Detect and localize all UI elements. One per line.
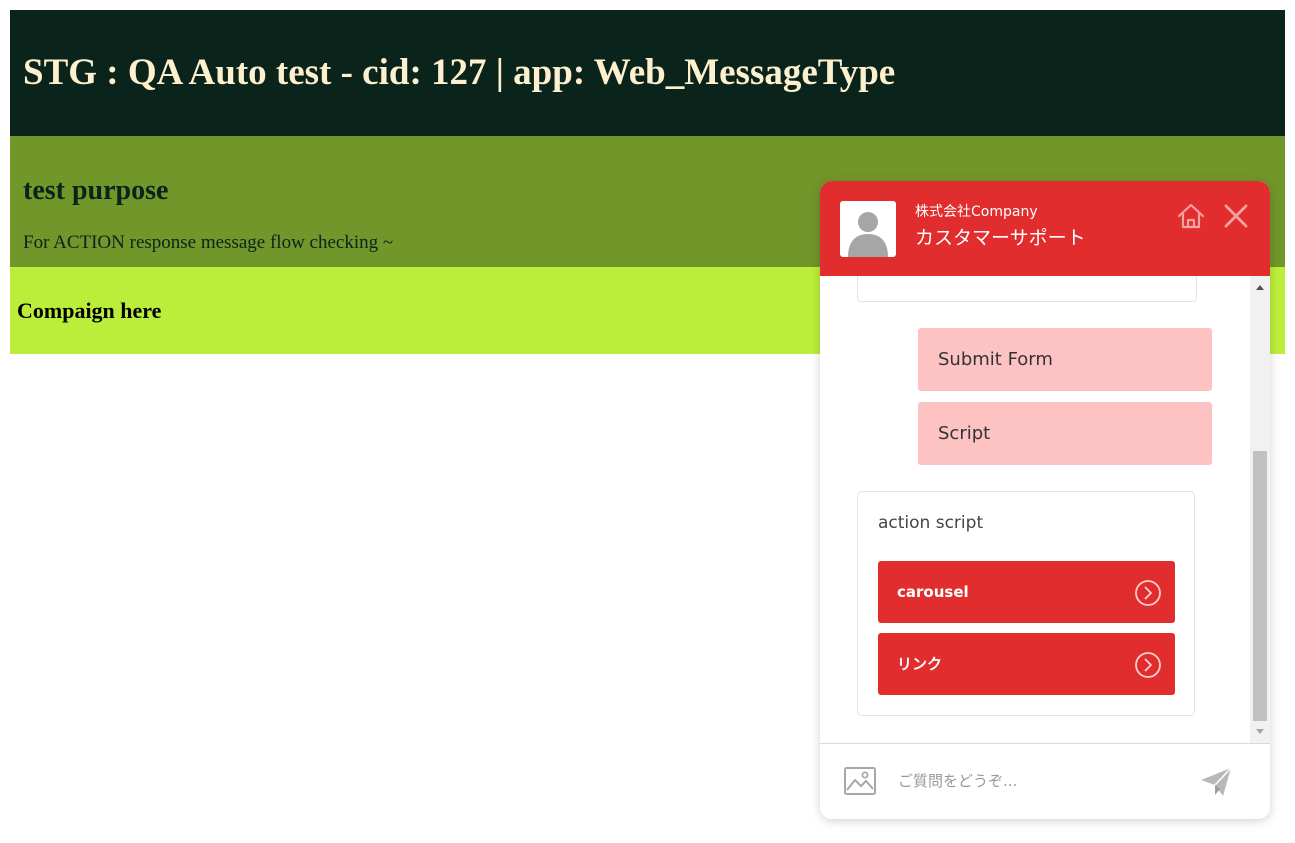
close-icon xyxy=(1224,204,1248,228)
page-title: STG : QA Auto test - cid: 127 | app: Web… xyxy=(23,52,896,93)
carousel-button-label: carousel xyxy=(897,583,969,601)
close-button[interactable] xyxy=(1222,202,1250,230)
send-icon xyxy=(1201,767,1232,796)
agent-avatar xyxy=(840,201,896,257)
message-card-partial xyxy=(857,276,1197,302)
chevron-right-icon xyxy=(1135,652,1161,678)
avatar-icon xyxy=(848,212,888,257)
action-card: action script carousel リンク xyxy=(857,491,1195,716)
chat-header: 株式会社Company カスタマーサポート xyxy=(820,181,1270,276)
agent-name: カスタマーサポート xyxy=(915,227,1086,249)
image-icon xyxy=(844,767,876,795)
message-input[interactable] xyxy=(892,762,1194,800)
link-button-label: リンク xyxy=(897,655,943,673)
home-button[interactable] xyxy=(1176,201,1206,231)
scrollbar-thumb[interactable] xyxy=(1253,451,1267,721)
purpose-heading: test purpose xyxy=(23,175,169,206)
chat-scrollbar[interactable] xyxy=(1250,276,1270,743)
campaign-heading: Compaign here xyxy=(17,298,162,323)
chat-composer xyxy=(820,743,1270,819)
company-name: 株式会社Company xyxy=(915,204,1038,220)
chat-widget: 株式会社Company カスタマーサポート Submit Form Script… xyxy=(820,181,1270,819)
image-upload-button[interactable] xyxy=(843,766,877,796)
action-card-title: action script xyxy=(878,513,984,533)
scroll-up-icon[interactable] xyxy=(1255,283,1265,291)
scroll-down-icon[interactable] xyxy=(1255,728,1265,736)
link-button[interactable]: リンク xyxy=(878,633,1175,695)
quick-reply-submit-form[interactable]: Submit Form xyxy=(918,328,1212,391)
home-icon xyxy=(1177,203,1205,229)
page-banner: STG : QA Auto test - cid: 127 | app: Web… xyxy=(10,10,1285,136)
send-button[interactable] xyxy=(1199,766,1233,798)
carousel-button[interactable]: carousel xyxy=(878,561,1175,623)
purpose-text: For ACTION response message flow checkin… xyxy=(23,232,394,253)
chat-messages[interactable]: Submit Form Script action script carouse… xyxy=(820,276,1270,743)
quick-reply-script[interactable]: Script xyxy=(918,402,1212,465)
chevron-right-icon xyxy=(1135,580,1161,606)
